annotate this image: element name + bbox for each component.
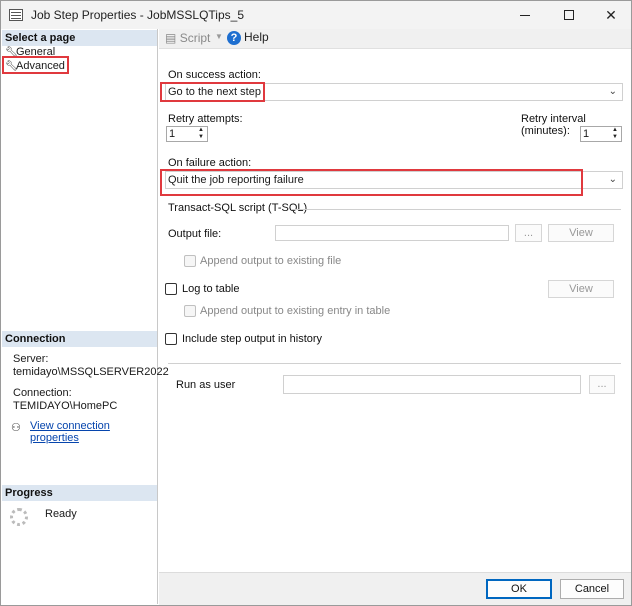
on-failure-label: On failure action: — [168, 157, 252, 169]
connection-label: Connection: — [13, 387, 72, 399]
on-success-label: On success action: — [168, 69, 261, 81]
append-table-label: Append output to existing entry in table — [200, 305, 391, 317]
close-button[interactable]: ✕ — [591, 1, 631, 29]
server-label: Server: — [13, 353, 49, 365]
append-output-label: Append output to existing file — [200, 255, 342, 267]
ok-button[interactable]: OK — [486, 579, 552, 599]
maximize-icon — [564, 10, 574, 20]
group-divider — [291, 209, 621, 210]
minimize-icon — [520, 15, 530, 16]
script-button[interactable]: ▤ Script — [165, 31, 210, 45]
include-history-checkbox[interactable] — [165, 333, 177, 345]
run-as-user-label: Run as user — [176, 379, 236, 391]
script-icon: ▤ — [165, 31, 177, 45]
retry-attempts-stepper[interactable]: 1 ▲ ▼ — [166, 126, 208, 142]
cancel-button[interactable]: Cancel — [560, 579, 624, 599]
script-dropdown-icon[interactable]: ▼ — [215, 32, 223, 41]
tsql-group-label: Transact-SQL script (T-SQL) — [168, 202, 308, 214]
content-panel: ▤ Script ▼ ? Help On success action: Go t… — [159, 29, 631, 572]
stepper-arrows-icon[interactable]: ▲ ▼ — [610, 127, 620, 141]
dialog-window: Job Step Properties - JobMSSLQTips_5 ✕ S… — [0, 0, 632, 606]
append-output-checkbox[interactable] — [184, 255, 196, 267]
window-title: Job Step Properties - JobMSSLQTips_5 — [31, 8, 244, 22]
progress-status: Ready — [45, 508, 77, 520]
retry-interval-value: 1 — [583, 128, 590, 140]
title-bar: Job Step Properties - JobMSSLQTips_5 ✕ — [1, 1, 631, 29]
progress-spinner-icon — [10, 508, 28, 526]
output-file-view-button[interactable]: View — [548, 224, 614, 242]
script-label: Script — [179, 31, 211, 45]
log-to-table-checkbox[interactable] — [165, 283, 177, 295]
server-value: temidayo\MSSQLSERVER2022 — [13, 366, 169, 378]
retry-attempts-label: Retry attempts: — [168, 113, 243, 125]
toolbar: ▤ Script ▼ ? Help — [159, 29, 631, 49]
connection-properties-icon: ⚇ — [11, 422, 21, 434]
stepper-arrows-icon[interactable]: ▲ ▼ — [196, 127, 206, 141]
chevron-down-icon: ⌄ — [608, 174, 617, 185]
run-as-user-input[interactable] — [283, 375, 581, 394]
on-success-highlight-box — [160, 82, 265, 102]
chevron-down-icon: ⌄ — [608, 86, 617, 97]
connection-header: Connection — [2, 331, 157, 347]
button-bar: OK Cancel — [159, 572, 631, 605]
help-label: Help — [244, 30, 269, 44]
output-file-input[interactable] — [275, 225, 509, 241]
log-to-table-label: Log to table — [182, 283, 240, 295]
retry-attempts-value: 1 — [169, 128, 176, 140]
connection-value: TEMIDAYO\HomePC — [13, 400, 118, 412]
append-table-checkbox[interactable] — [184, 305, 196, 317]
maximize-button[interactable] — [549, 1, 589, 29]
output-file-label: Output file: — [168, 228, 222, 240]
app-icon — [9, 9, 23, 21]
advanced-highlight-box — [2, 56, 69, 74]
progress-header: Progress — [2, 485, 157, 501]
section-divider — [168, 363, 621, 364]
include-history-label: Include step output in history — [182, 333, 323, 345]
left-panel: Select a page 🔧︎General 🔧︎Advanced Conne… — [1, 29, 169, 604]
retry-interval-stepper[interactable]: 1 ▲ ▼ — [580, 126, 622, 142]
view-connection-properties-link[interactable]: View connection properties — [30, 420, 157, 444]
run-as-user-browse-button[interactable]: ... — [589, 375, 615, 394]
on-failure-highlight-box — [160, 169, 583, 196]
output-file-browse-button[interactable]: ... — [515, 224, 542, 242]
help-icon: ? — [227, 31, 241, 45]
minimize-button[interactable] — [505, 1, 545, 29]
log-table-view-button[interactable]: View — [548, 280, 614, 298]
select-page-header: Select a page — [2, 30, 157, 46]
help-button[interactable]: ? Help — [227, 30, 269, 45]
